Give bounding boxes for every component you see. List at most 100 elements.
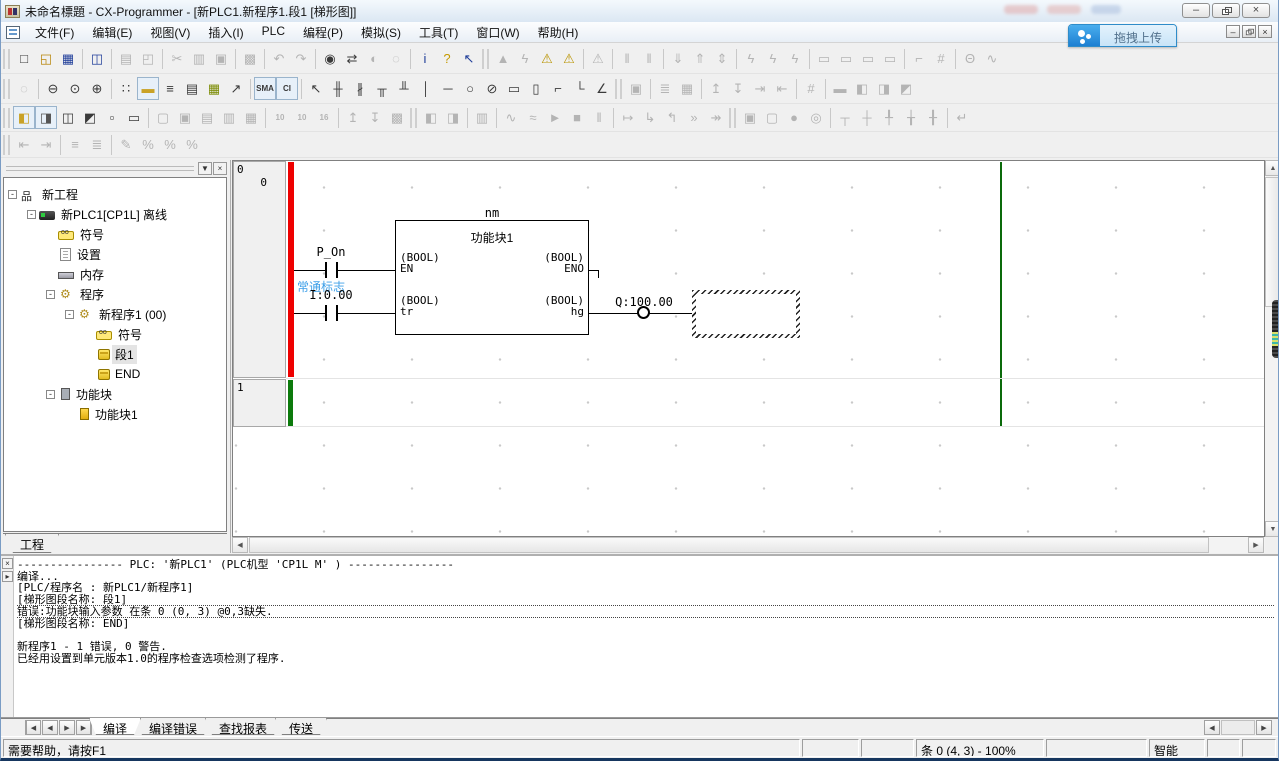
connect-line-button[interactable]: └ [569,77,591,100]
show-local-symbols-button[interactable]: ▫ [101,106,123,129]
align-list-button[interactable]: ≡ [64,133,86,156]
new-file-button[interactable]: □ [13,47,35,70]
edit-comment-button[interactable]: ✎ [115,133,137,156]
toggle-project-workspace-button[interactable]: ◧ [13,106,35,129]
usage-percent-2-button[interactable]: % [159,133,181,156]
smart-input-button[interactable]: SMA [254,77,276,100]
toggle-output-window-button[interactable]: ◨ [35,106,57,129]
function-block[interactable]: 功能块1 (BOOL) EN (BOOL) tr (BOOL) ENO (BOO… [395,220,589,335]
first-tab-button[interactable]: ◀ [25,720,41,735]
workspace-dropdown-button[interactable]: ▼ [198,162,212,175]
open-file-button[interactable]: ◱ [35,47,57,70]
undo-button[interactable]: ↶ [268,47,290,70]
workspace-close-button[interactable]: × [213,162,227,175]
output-line[interactable]: 错误:功能块输入参数 在条 0 (0, 3) @0,3缺失. [17,605,1274,618]
window-left-button[interactable]: ◧ [420,106,442,129]
contact-label[interactable]: I:0.00 [305,288,357,302]
monitor-hex-button[interactable]: 16 [313,106,335,129]
output-close-button[interactable]: × [2,558,13,569]
zoom-to-fit-button[interactable]: ⊙ [64,77,86,100]
find-bit-address-button[interactable]: ◐ [363,47,385,70]
mdi-close-button[interactable]: × [1258,25,1272,38]
set-off-button[interactable]: ↧ [364,106,386,129]
copy-button[interactable]: ▥ [188,47,210,70]
watch-x-button[interactable]: ◨ [873,77,895,100]
prev-tab-button[interactable]: ◀ [42,720,58,735]
contact-no-icon[interactable] [325,305,327,321]
insert-row-button[interactable]: ⇥ [749,77,771,100]
simulation-stop-button[interactable]: ■ [566,106,588,129]
menu-窗口(W)[interactable]: 窗口(W) [467,22,528,43]
select-mode-button[interactable]: ↖ [305,77,327,100]
menu-插入(I)[interactable]: 插入(I) [199,22,252,43]
binary-monitor-button[interactable]: ▩ [386,106,408,129]
simulator-connect-button[interactable]: ≈ [522,106,544,129]
zoom-out-button[interactable]: ⊖ [42,77,64,100]
minimize-button[interactable]: – [1182,3,1210,18]
ladder-canvas[interactable]: 0 0 1 P_On 常通标志 [232,160,1265,537]
output-line[interactable]: [PLC/程序名 : 新PLC1/新程序1] [17,582,1274,594]
watch-sheet-button[interactable]: ▥ [471,106,493,129]
tree-item-程序[interactable]: -程序 [4,284,226,304]
force-on-button[interactable]: ϟ [740,47,762,70]
context-help-button[interactable]: ↖ [458,47,480,70]
mdi-restore-button[interactable] [1242,25,1256,38]
new-instruction-button[interactable]: ▭ [503,77,525,100]
stack-up-button[interactable]: ┼ [856,106,878,129]
differential-monitor-button[interactable]: ⌐ [908,47,930,70]
local-symbol-table-button[interactable]: ▦ [203,77,225,100]
decrease-indent-button[interactable]: ⇤ [13,133,35,156]
differential-setting-button[interactable]: ≣ [654,77,676,100]
fb-io-table-button[interactable]: ▤ [196,106,218,129]
save-file-button[interactable]: ▦ [57,47,79,70]
new-or-closed-contact-button[interactable]: ╨ [393,77,415,100]
clear-breakpoint-button[interactable]: ▢ [761,106,783,129]
tree-item-新工程[interactable]: -新工程 [4,184,226,204]
insert-cell-button[interactable]: ⇤ [771,77,793,100]
menu-模拟(S)[interactable]: 模拟(S) [352,22,410,43]
edit-instruction-button[interactable]: ▯ [525,77,547,100]
usage-percent-off-button[interactable]: % [181,133,203,156]
ladder-document-icon[interactable] [6,26,20,39]
tree-expander[interactable]: - [27,210,36,219]
watch-z-button[interactable]: ◧ [851,77,873,100]
selected-cell[interactable] [692,290,800,338]
cut-button[interactable]: ✂ [166,47,188,70]
new-closed-contact-button[interactable]: ∦ [349,77,371,100]
contact-no-icon[interactable] [336,305,338,321]
output-line[interactable]: ---------------- PLC: '新PLC1' (PLC机型 'CP… [17,559,1274,571]
toggle-watch-window-button[interactable]: ◫ [57,106,79,129]
align-top-button[interactable]: ≣ [86,133,108,156]
new-closed-coil-button[interactable]: ⊘ [481,77,503,100]
stack-set-button[interactable]: ╀ [878,106,900,129]
restore-button[interactable] [1212,3,1240,18]
output-coil-icon[interactable] [637,306,650,319]
menu-文件(F)[interactable]: 文件(F) [26,22,83,43]
tree-item-符号[interactable]: 符号 [4,224,226,244]
tree-expander[interactable]: - [65,310,74,319]
immediate-refresh-button[interactable]: ▦ [676,77,698,100]
next-tab-button[interactable]: ▶ [59,720,75,735]
output-hscrollbar[interactable]: ◀ ▶ [1204,720,1274,736]
monitor-window-3-button[interactable]: ▭ [857,47,879,70]
cross-reference-button[interactable]: ↗ [225,77,247,100]
scroll-right-button[interactable]: ▶ [1248,537,1264,553]
monitor-in-rung-button[interactable]: ▬ [829,77,851,100]
insert-rung-above-button[interactable]: ↥ [705,77,727,100]
redo-button[interactable]: ↷ [290,47,312,70]
scan-run-button[interactable]: ↠ [705,106,727,129]
fb-edit-button[interactable]: ▥ [218,106,240,129]
screen-edge-widget[interactable] [1272,300,1279,358]
last-tab-button[interactable]: ▶ [76,720,92,735]
output-tab-编译[interactable]: 编译 [89,718,141,735]
ladder-hscrollbar[interactable]: ◀ ▶ [232,537,1265,553]
output-tab-编译错误[interactable]: 编译错误 [135,718,211,735]
output-expand-button[interactable]: ▸ [2,571,13,582]
show-rung-dividers-button[interactable]: # [800,77,822,100]
step-in-button[interactable]: ↳ [639,106,661,129]
force-off-button[interactable]: ϟ [762,47,784,70]
zoom-tool-button[interactable]: ◌ [13,77,35,100]
hscroll-thumb[interactable] [1221,720,1255,735]
menu-编程(P)[interactable]: 编程(P) [294,22,352,43]
set-breakpoint-button[interactable]: ▣ [739,106,761,129]
